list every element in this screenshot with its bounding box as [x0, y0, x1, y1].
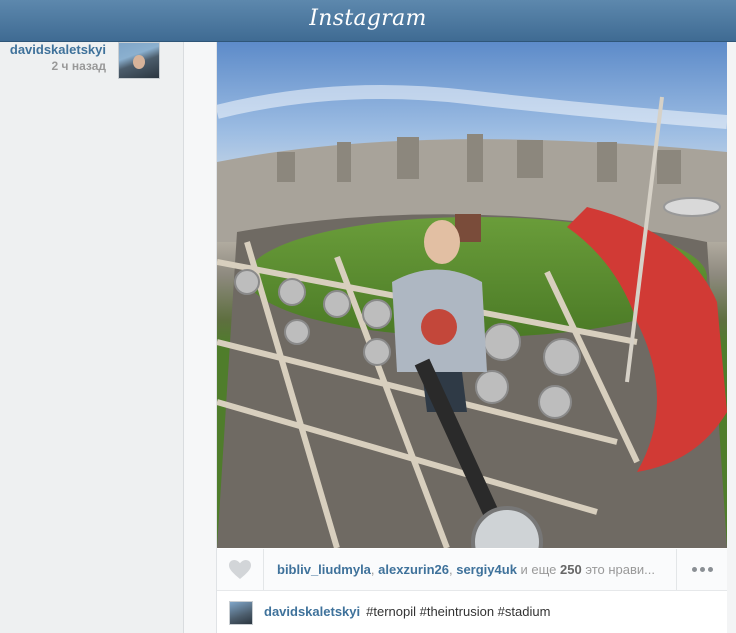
top-bar: Instagram — [0, 0, 736, 42]
caption-username[interactable]: davidskaletskyi — [264, 604, 360, 619]
heart-icon — [229, 560, 251, 579]
gutter — [184, 42, 216, 633]
more-dots-icon — [691, 567, 697, 572]
more-dot — [707, 567, 713, 572]
caption-hashtags: #ternopil #theintrusion #stadium — [366, 604, 551, 619]
more-dot — [699, 567, 705, 572]
caption-avatar[interactable] — [229, 601, 253, 625]
author-username[interactable]: davidskaletskyi — [10, 42, 106, 58]
post-photo[interactable] — [217, 42, 727, 548]
liker-3[interactable]: sergiy4uk — [456, 562, 517, 577]
likes-suffix: это нрави... — [581, 562, 655, 577]
likes-and-more: и еще — [516, 562, 561, 577]
stadium-selfie-photo — [217, 42, 727, 548]
post-card: bibliv_liudmyla, alexzurin26, sergiy4uk … — [216, 42, 728, 633]
post-caption: davidskaletskyi #ternopil #theintrusion #… — [217, 591, 727, 633]
avatar-face — [133, 55, 145, 69]
post-timestamp[interactable]: 2 ч назад — [10, 58, 106, 74]
likes-summary: bibliv_liudmyla, alexzurin26, sergiy4uk … — [277, 562, 675, 580]
post-meta-column: davidskaletskyi 2 ч назад — [0, 42, 184, 633]
likes-count[interactable]: 250 — [560, 562, 582, 577]
caption-text-row: davidskaletskyi #ternopil #theintrusion #… — [264, 604, 550, 619]
liker-1[interactable]: bibliv_liudmyla — [277, 562, 371, 577]
like-button[interactable] — [217, 549, 264, 590]
post-author-block: davidskaletskyi 2 ч назад — [10, 42, 106, 74]
right-edge — [727, 42, 736, 633]
liker-2[interactable]: alexzurin26 — [378, 562, 449, 577]
instagram-logo[interactable]: Instagram — [0, 6, 736, 31]
post-actions-bar: bibliv_liudmyla, alexzurin26, sergiy4uk … — [217, 549, 727, 591]
author-avatar[interactable] — [118, 42, 160, 79]
more-options-button[interactable] — [676, 549, 727, 590]
